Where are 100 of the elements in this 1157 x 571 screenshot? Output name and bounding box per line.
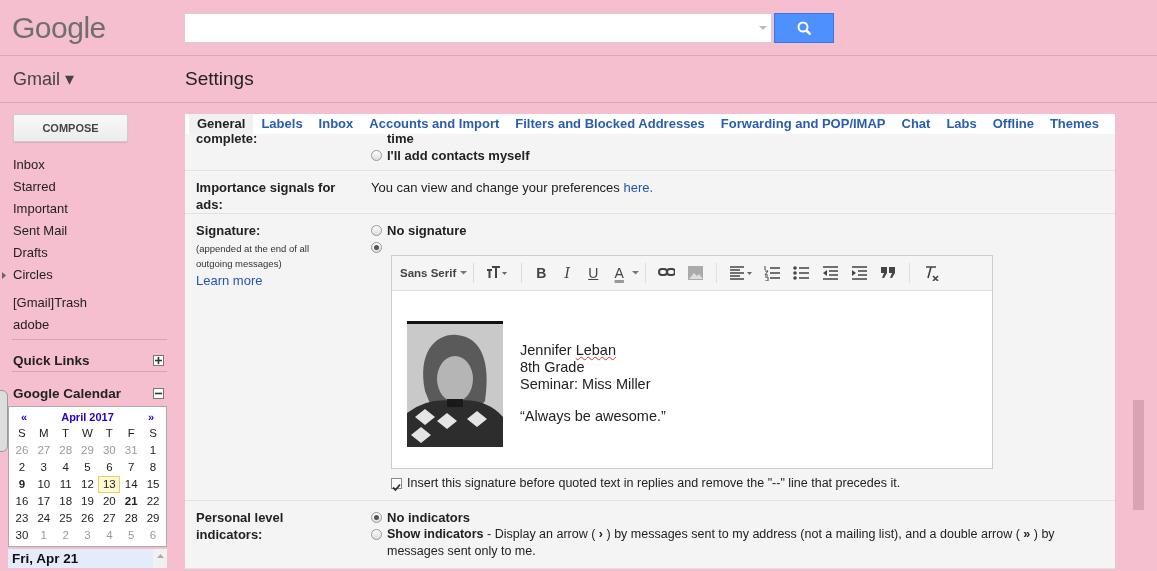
- weekday-label: F: [126, 426, 136, 441]
- bold-button[interactable]: B: [528, 265, 555, 281]
- calendar-day[interactable]: 4: [54, 459, 77, 476]
- search-icon: [797, 20, 811, 35]
- calendar-day[interactable]: 25: [54, 510, 77, 527]
- weekday-label: T: [104, 426, 114, 441]
- calendar-day[interactable]: 15: [142, 476, 164, 493]
- sidebar-item[interactable]: Inbox: [0, 154, 170, 176]
- settings-tab[interactable]: Filters and Blocked Addresses: [507, 114, 713, 134]
- underline-button[interactable]: U: [580, 265, 607, 281]
- calendar-day[interactable]: 17: [32, 493, 55, 510]
- calendar-day[interactable]: 3: [32, 459, 55, 476]
- italic-button[interactable]: I: [554, 265, 581, 281]
- sidebar-item[interactable]: Important: [0, 198, 170, 220]
- sidebar-item[interactable]: adobe: [0, 314, 170, 336]
- previous-month-button[interactable]: «: [21, 410, 28, 423]
- calendar-day[interactable]: 21: [120, 493, 143, 510]
- settings-tab[interactable]: Labels: [253, 114, 311, 134]
- settings-tab[interactable]: Accounts and Import: [361, 114, 508, 134]
- sidebar-item[interactable]: Circles: [0, 264, 170, 286]
- learn-more-link[interactable]: Learn more: [196, 273, 263, 288]
- font-dropdown[interactable]: Sans Serif: [400, 267, 457, 279]
- setting-text: You can view and change your preferences here.: [371, 179, 655, 196]
- calendar-day[interactable]: 19: [76, 493, 99, 510]
- option-label: I'll add contacts myself: [387, 147, 530, 164]
- sidebar-item[interactable]: Sent Mail: [0, 220, 170, 242]
- setting-label: Importance signals for ads:: [196, 179, 337, 213]
- compose-button[interactable]: COMPOSE: [13, 114, 128, 142]
- calendar-day[interactable]: 14: [120, 476, 143, 493]
- gmail-menu[interactable]: Gmail ▾: [13, 68, 185, 90]
- calendar-day[interactable]: 2: [11, 459, 33, 476]
- indent-icon[interactable]: [851, 265, 869, 281]
- radio-button[interactable]: [371, 512, 382, 523]
- page-title: Settings: [185, 68, 254, 90]
- radio-button[interactable]: [371, 529, 382, 540]
- text-size-icon[interactable]: [486, 265, 510, 281]
- calendar-day[interactable]: 11: [54, 476, 77, 493]
- radio-button[interactable]: [371, 150, 382, 161]
- expand-arrow-icon[interactable]: [2, 272, 6, 279]
- settings-tab[interactable]: Chat: [893, 114, 939, 134]
- scrollbar-thumb[interactable]: [1133, 400, 1144, 510]
- calendar-day[interactable]: 27: [98, 510, 121, 527]
- settings-tab[interactable]: Forwarding and POP/IMAP: [712, 114, 894, 134]
- calendar-day[interactable]: 23: [11, 510, 33, 527]
- expand-icon[interactable]: [153, 354, 164, 366]
- calendar-day[interactable]: 10: [32, 476, 55, 493]
- search-field[interactable]: [184, 12, 772, 43]
- search-button[interactable]: [774, 12, 834, 43]
- calendar-day[interactable]: 30: [11, 527, 33, 544]
- signature-editor[interactable]: Sans Serif B I U A Jennifer Leban 8th Grade Seminar: Miss Miller “Always be awesome.”: [391, 255, 993, 469]
- bulleted-list-icon[interactable]: [793, 265, 811, 281]
- settings-tab[interactable]: Inbox: [310, 114, 362, 134]
- calendar-day[interactable]: 22: [142, 493, 164, 510]
- calendar-day[interactable]: 6: [98, 459, 121, 476]
- calendar-day[interactable]: 8: [142, 459, 164, 476]
- color-button[interactable]: A: [606, 265, 633, 281]
- calendar-day[interactable]: 24: [32, 510, 55, 527]
- signature-text: Jennifer Leban 8th Grade Seminar: Miss Miller “Always be awesome.”: [520, 342, 666, 425]
- caret-icon[interactable]: [460, 271, 468, 275]
- caret-icon[interactable]: [632, 271, 640, 275]
- sidebar-item[interactable]: [Gmail]Trash: [0, 292, 170, 314]
- option-label: No indicators: [387, 509, 471, 526]
- collapse-icon[interactable]: [153, 387, 164, 399]
- settings-tab[interactable]: Themes: [1041, 114, 1108, 134]
- option-label: Insert this signature before quoted text in replies and remove the "--" line that precedes it.: [407, 475, 901, 492]
- option-label: No signature: [387, 222, 467, 239]
- calendar-day[interactable]: 20: [98, 493, 121, 510]
- quote-icon[interactable]: [880, 265, 898, 281]
- calendar-day[interactable]: 12: [76, 476, 99, 493]
- outdent-icon[interactable]: [822, 265, 840, 281]
- settings-tab[interactable]: Offline: [984, 114, 1042, 134]
- sidebar-item[interactable]: Drafts: [0, 242, 170, 264]
- align-icon[interactable]: [729, 265, 753, 281]
- numbered-list-icon[interactable]: [764, 265, 782, 281]
- weekday-label: M: [37, 426, 50, 441]
- weekday-label: T: [61, 426, 71, 441]
- calendar-day[interactable]: 7: [120, 459, 143, 476]
- section-title[interactable]: Google Calendar: [13, 385, 122, 401]
- calendar-day[interactable]: 9: [11, 476, 33, 493]
- option-label: Show indicators - Display an arrow ( › ) by messages sent to my address (not a mailing list), and a double arrow ( » ) by messages sent only to me.: [387, 526, 1056, 560]
- here-link[interactable]: here.: [623, 180, 654, 195]
- sidebar-item[interactable]: Starred: [0, 176, 170, 198]
- calendar-day[interactable]: 18: [54, 493, 77, 510]
- calendar-day[interactable]: 5: [76, 459, 99, 476]
- checkbox[interactable]: [391, 478, 402, 489]
- calendar-day[interactable]: 26: [76, 510, 99, 527]
- scrollbar[interactable]: [153, 549, 167, 568]
- next-month-button[interactable]: »: [147, 410, 154, 423]
- setting-note: (appended at the end of all outgoing messages): [196, 242, 311, 271]
- radio-button[interactable]: [371, 242, 382, 253]
- radio-button[interactable]: [371, 225, 382, 236]
- settings-tab[interactable]: Labs: [938, 114, 985, 134]
- calendar-day[interactable]: 13: [98, 476, 121, 493]
- month-title: April 2017: [61, 410, 114, 423]
- settings-tab[interactable]: General: [189, 114, 254, 134]
- section-title[interactable]: Quick Links: [13, 352, 90, 368]
- calendar-day[interactable]: 16: [11, 493, 33, 510]
- calendar-day[interactable]: 28: [120, 510, 143, 527]
- calendar-day[interactable]: 29: [142, 510, 164, 527]
- calendar-day[interactable]: 1: [142, 442, 164, 459]
